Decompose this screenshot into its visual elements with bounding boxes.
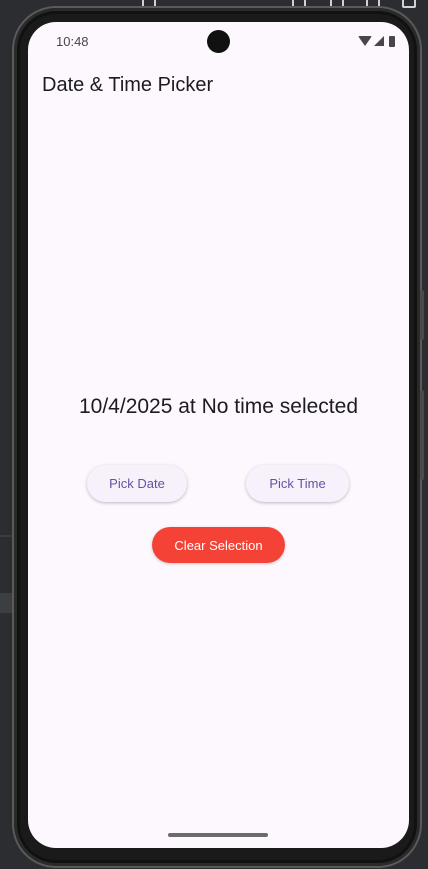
battery-icon (389, 35, 395, 47)
app-bar-title: Date & Time Picker (42, 74, 214, 96)
power-button[interactable] (420, 390, 424, 480)
signal-icon (374, 36, 384, 46)
camera-cutout (207, 30, 230, 53)
file-icon[interactable] (402, 0, 416, 8)
device-screen: 10:48 Date & Time Picker 10/4/2025 at No… (28, 22, 409, 848)
home-indicator[interactable] (168, 833, 268, 837)
pick-date-button[interactable]: Pick Date (87, 465, 187, 502)
status-bar: 10:48 (28, 22, 409, 60)
pick-time-button[interactable]: Pick Time (246, 465, 349, 502)
status-time: 10:48 (56, 34, 89, 49)
volume-button[interactable] (420, 290, 424, 340)
status-icons (358, 34, 395, 48)
clear-selection-button[interactable]: Clear Selection (152, 527, 285, 563)
wifi-icon (358, 36, 372, 46)
selected-datetime-text: 10/4/2025 at No time selected (78, 395, 358, 418)
